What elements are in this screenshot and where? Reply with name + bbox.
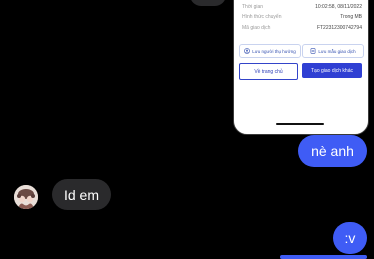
receipt-row-time: Thời gian 10:02:58, 08/11/2022 xyxy=(242,4,362,12)
receipt-row-method: Hình thức chuyển Trong MB xyxy=(242,14,362,22)
outgoing-message-bubble[interactable]: :v xyxy=(333,222,367,254)
save-template-label: Lưu mẫu giao dịch xyxy=(318,48,356,54)
outgoing-bubble-partial[interactable] xyxy=(280,255,367,259)
outgoing-message-bubble[interactable]: nè anh xyxy=(298,135,367,167)
save-recipient-label: Lưu người thụ hưởng xyxy=(252,48,296,54)
receipt-row-transaction-code: Mã giao dịch FT22312300742794 xyxy=(242,25,362,33)
receipt-row-label: Thời gian xyxy=(242,4,264,10)
save-recipient-button[interactable]: Lưu người thụ hưởng xyxy=(239,44,301,58)
receipt-row-value: 10:02:58, 08/11/2022 xyxy=(315,4,362,10)
user-icon xyxy=(244,48,251,54)
template-icon xyxy=(310,48,316,54)
receipt-row-value: FT22312300742794 xyxy=(316,25,362,31)
home-button[interactable]: Về trang chủ xyxy=(239,63,298,80)
home-indicator xyxy=(276,123,324,125)
receipt-row-label: Mã giao dịch xyxy=(242,25,271,31)
new-transaction-button[interactable]: Tạo giao dịch khác xyxy=(302,63,362,78)
receipt-row-label: Hình thức chuyển xyxy=(242,14,282,20)
incoming-message-bubble[interactable]: Id em xyxy=(52,179,111,210)
shared-image-bank-receipt[interactable]: Thời gian 10:02:58, 08/11/2022 Hình thức… xyxy=(233,0,369,135)
avatar-image xyxy=(14,185,38,209)
receipt-row-value: Trong MB xyxy=(340,14,362,20)
avatar[interactable] xyxy=(14,185,38,209)
incoming-bubble-partial[interactable] xyxy=(190,0,226,6)
save-template-button[interactable]: Lưu mẫu giao dịch xyxy=(302,44,364,58)
